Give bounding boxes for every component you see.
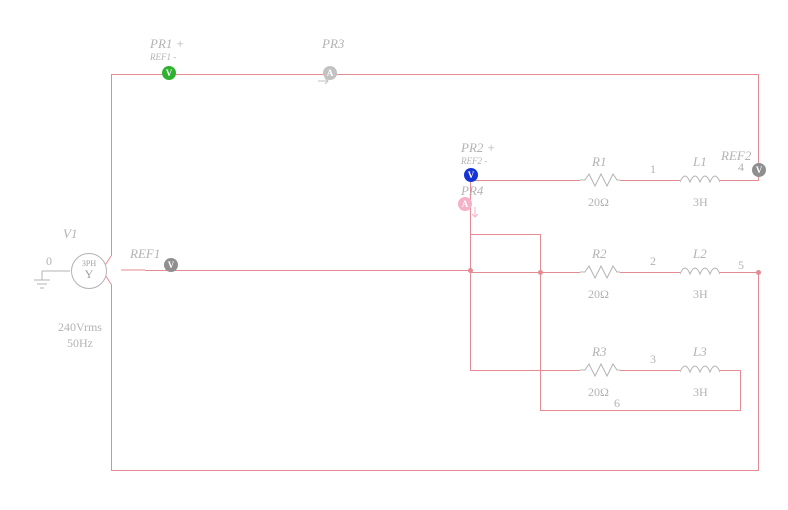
schematic-canvas: 3PH Y V1 240Vrms 50Hz 0 R1 20Ω 1 L1 3H 4…	[0, 0, 788, 510]
r2-name: R2	[592, 246, 606, 262]
probe-glyph: V	[468, 170, 475, 180]
three-phase-source-icon: 3PH Y	[71, 253, 107, 289]
r1-name: R1	[592, 154, 606, 170]
source-wye-symbol: Y	[72, 268, 106, 280]
source-voltage-label: 240Vrms	[58, 320, 102, 335]
probe-glyph: A	[462, 199, 469, 209]
pr2-label: PR2 +	[461, 140, 495, 156]
voltage-probe-icon: V	[464, 168, 478, 182]
probe-glyph: V	[166, 68, 173, 78]
junction-dot-icon	[538, 270, 543, 275]
wire	[540, 234, 541, 272]
arrow-icon	[318, 78, 330, 86]
wire	[470, 180, 580, 181]
resistor-icon	[580, 265, 620, 279]
arrow-icon	[472, 207, 480, 219]
wire	[111, 470, 759, 471]
voltage-probe-icon: V	[162, 66, 176, 80]
wire	[540, 272, 541, 410]
ground-icon	[22, 270, 72, 300]
wire	[740, 370, 741, 410]
r3-value: 20Ω	[588, 385, 609, 400]
probe-glyph: V	[756, 165, 763, 175]
wire	[620, 370, 680, 371]
l3-value: 3H	[693, 385, 708, 400]
r2-value: 20Ω	[588, 287, 609, 302]
inductor-icon	[680, 265, 720, 275]
ref1-label: REF1	[130, 246, 160, 262]
voltage-ref-probe-icon: V	[164, 258, 178, 272]
wire	[758, 272, 759, 471]
resistor-icon	[580, 363, 620, 377]
pr2-ref-label: REF2 -	[461, 156, 487, 166]
pr3-label: PR3	[322, 36, 344, 52]
wire	[470, 234, 540, 235]
wire	[620, 180, 680, 181]
node-0: 0	[46, 254, 52, 269]
junction-dot-icon	[468, 268, 473, 273]
wire	[111, 74, 112, 256]
l1-value: 3H	[693, 195, 708, 210]
wire	[111, 284, 112, 470]
junction-dot-icon	[756, 270, 761, 275]
source-name-label: V1	[63, 226, 77, 242]
r1-value: 20Ω	[588, 195, 609, 210]
l2-value: 3H	[693, 287, 708, 302]
wire	[470, 272, 580, 273]
probe-glyph: V	[168, 260, 175, 270]
l1-name: L1	[693, 154, 707, 170]
wire	[620, 272, 680, 273]
node-2: 2	[650, 254, 656, 269]
l3-name: L3	[693, 344, 707, 360]
inductor-icon	[680, 363, 720, 373]
wire	[470, 370, 580, 371]
current-probe-icon: A	[458, 197, 472, 211]
wire	[540, 410, 741, 411]
wire	[145, 270, 470, 271]
resistor-icon	[580, 173, 620, 187]
ref2-label: REF2	[721, 148, 751, 164]
inductor-icon	[680, 173, 720, 183]
node-3: 3	[650, 352, 656, 367]
node-5: 5	[738, 258, 744, 273]
pr1-ref-label: REF1 -	[150, 52, 176, 62]
voltage-ref-probe-icon: V	[752, 163, 766, 177]
pr1-label: PR1 +	[150, 36, 184, 52]
l2-name: L2	[693, 246, 707, 262]
r3-name: R3	[592, 344, 606, 360]
wire	[111, 74, 759, 75]
probe-glyph: A	[327, 68, 334, 78]
wire	[720, 370, 740, 371]
node-6: 6	[614, 396, 620, 411]
wire	[720, 180, 759, 181]
source-freq-label: 50Hz	[67, 336, 93, 351]
node-1: 1	[650, 162, 656, 177]
